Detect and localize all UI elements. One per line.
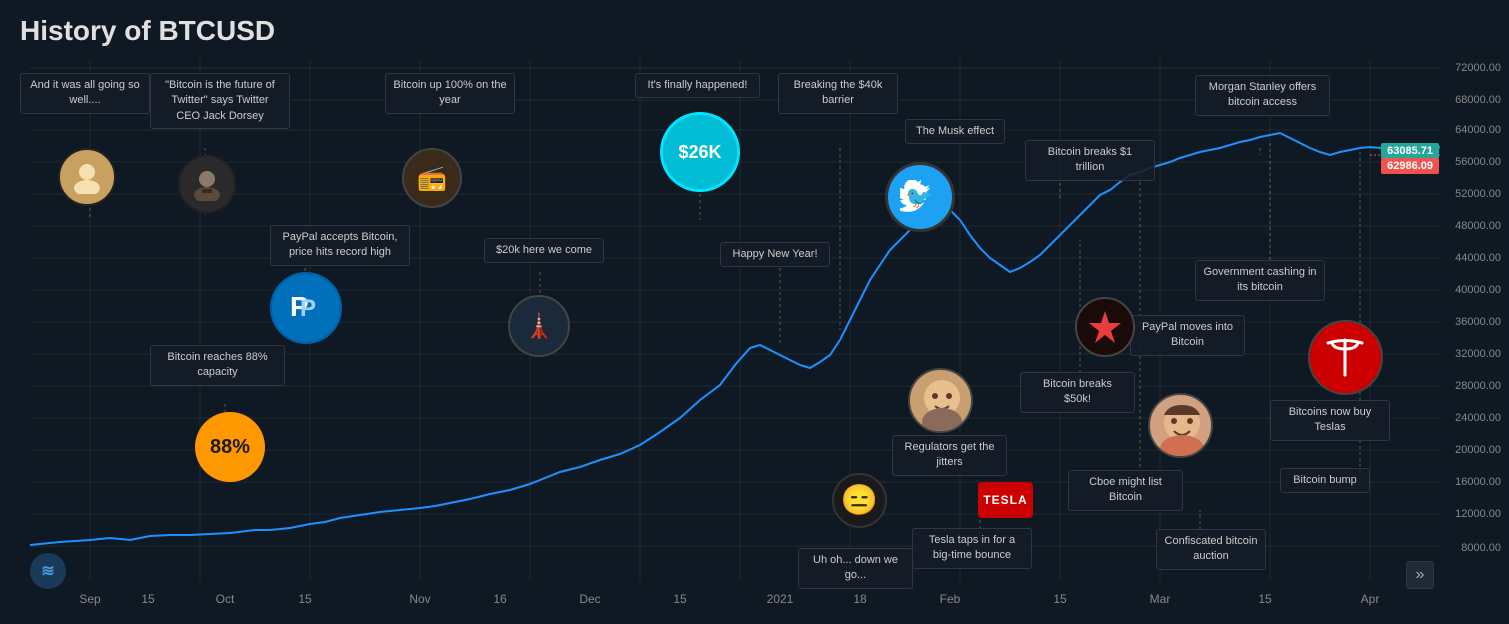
x-label-15-feb: 15 [1053, 592, 1066, 606]
y-label-20k: 20000.00 [1455, 444, 1501, 456]
price-high-badge: 63085.71 [1381, 143, 1439, 159]
x-label-15-oct: 15 [298, 592, 311, 606]
annotation-paypal-accepts: PayPal accepts Bitcoin, price hits recor… [270, 225, 410, 266]
annotation-88pct: Bitcoin reaches 88% capacity [150, 345, 285, 386]
x-label-apr: Apr [1361, 592, 1380, 606]
icon-dorsey [178, 155, 236, 213]
y-label-72k: 72000.00 [1455, 62, 1501, 74]
icon-twitter: 🐦 [885, 162, 955, 232]
chevron-next-button[interactable]: » [1406, 561, 1434, 589]
icon-26k: $26K [660, 112, 740, 192]
x-label-sep: Sep [79, 592, 100, 606]
annotation-finally: It's finally happened! [635, 73, 760, 98]
svg-text:🐦: 🐦 [905, 185, 932, 210]
y-label-52k: 52000.00 [1455, 188, 1501, 200]
annotation-20k: $20k here we come [484, 238, 604, 263]
annotation-down: Uh oh... down we go... [798, 548, 913, 589]
y-label-8k: 8000.00 [1461, 542, 1501, 554]
svg-text:P: P [300, 295, 316, 322]
icon-tesla-badge: TESLA [978, 482, 1033, 518]
chart-container: History of BTCUSD [0, 0, 1509, 624]
icon-antenna: 🗼 [508, 295, 570, 357]
y-label-16k: 16000.00 [1455, 476, 1501, 488]
annotation-teslas: Bitcoins now buy Teslas [1270, 400, 1390, 441]
x-label-18: 18 [853, 592, 866, 606]
x-label-dec: Dec [579, 592, 600, 606]
annotation-morgan: Morgan Stanley offers bitcoin access [1195, 75, 1330, 116]
annotation-gov: Government cashing in its bitcoin [1195, 260, 1325, 301]
annotation-50k: Bitcoin breaks $50k! [1020, 372, 1135, 413]
x-label-15-mar: 15 [1258, 592, 1271, 606]
y-label-12k: 12000.00 [1455, 508, 1501, 520]
icon-radio: 📻 [402, 148, 462, 208]
icon-88pct: 88% [195, 412, 265, 482]
y-label-64k: 64000.00 [1455, 124, 1501, 136]
annotation-cboe: Cboe might list Bitcoin [1068, 470, 1183, 511]
y-label-36k: 36000.00 [1455, 316, 1501, 328]
x-label-oct: Oct [216, 592, 235, 606]
annotation-musk: The Musk effect [905, 119, 1005, 144]
icon-tesla-big [1308, 320, 1383, 395]
annotation-40k: Breaking the $40k barrier [778, 73, 898, 114]
y-label-68k: 68000.00 [1455, 94, 1501, 106]
x-label-nov: Nov [409, 592, 430, 606]
y-label-56k: 56000.00 [1455, 156, 1501, 168]
y-label-28k: 28000.00 [1455, 380, 1501, 392]
x-label-15-dec: 15 [673, 592, 686, 606]
annotation-newyear: Happy New Year! [720, 242, 830, 267]
annotation-paypal-moves: PayPal moves into Bitcoin [1130, 315, 1245, 356]
icon-satoshi [58, 148, 116, 206]
icon-yellen [908, 368, 973, 433]
annotation-1t: Bitcoin breaks $1 trillion [1025, 140, 1155, 181]
y-label-48k: 48000.00 [1455, 220, 1501, 232]
watermark: ≋ [30, 553, 66, 589]
y-label-32k: 32000.00 [1455, 348, 1501, 360]
icon-lady-face [1148, 393, 1213, 458]
icon-sad: 😑 [832, 473, 887, 528]
icon-spark [1075, 297, 1135, 357]
x-label-16-nov: 16 [493, 592, 506, 606]
annotation-tesla-taps: Tesla taps in for a big-time bounce [912, 528, 1032, 569]
x-label-mar: Mar [1150, 592, 1171, 606]
annotation-dorsey: "Bitcoin is the future of Twitter" says … [150, 73, 290, 129]
annotation-going-well: And it was all going so well.... [20, 73, 150, 114]
annotation-confiscated: Confiscated bitcoin auction [1156, 529, 1266, 570]
annotation-regulators: Regulators get the jitters [892, 435, 1007, 476]
icon-paypal: P P [270, 272, 342, 344]
x-label-2021: 2021 [767, 592, 794, 606]
x-label-15-sep: 15 [141, 592, 154, 606]
annotation-bump: Bitcoin bump [1280, 468, 1370, 493]
annotation-100pct: Bitcoin up 100% on the year [385, 73, 515, 114]
y-label-24k: 24000.00 [1455, 412, 1501, 424]
y-label-40k: 40000.00 [1455, 284, 1501, 296]
y-label-44k: 44000.00 [1455, 252, 1501, 264]
price-low-badge: 62986.09 [1381, 158, 1439, 174]
x-label-feb: Feb [940, 592, 961, 606]
